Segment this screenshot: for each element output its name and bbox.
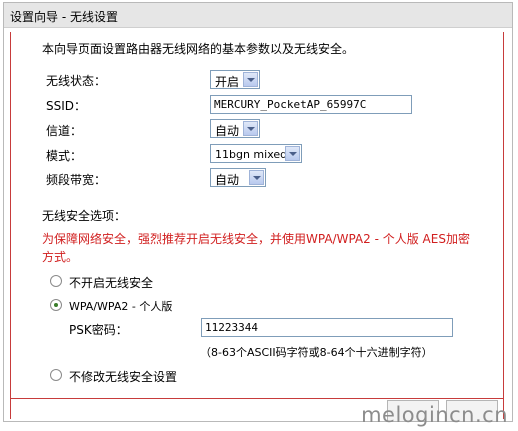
- right-rule: [503, 32, 504, 419]
- option-disable-label: 不开启无线安全: [69, 276, 154, 290]
- mode-label: 模式：: [46, 149, 83, 163]
- channel-select[interactable]: 自动: [210, 119, 260, 138]
- bandwidth-label: 频段带宽：: [46, 173, 107, 187]
- radio-wpa-personal[interactable]: [50, 299, 62, 311]
- security-section-label: 无线安全选项：: [42, 209, 127, 223]
- psk-label: PSK密码：: [69, 323, 128, 337]
- chevron-down-icon[interactable]: [243, 72, 258, 87]
- mode-select[interactable]: 11bgn mixed: [210, 144, 302, 163]
- psk-password-input[interactable]: 11223344: [201, 318, 453, 337]
- channel-label: 信道：: [46, 124, 83, 138]
- ssid-label: SSID：: [46, 99, 87, 113]
- bottom-rule: [10, 398, 504, 399]
- chevron-down-icon[interactable]: [243, 121, 258, 136]
- security-warning-line2: 方式。: [42, 250, 79, 264]
- radio-disable-security[interactable]: [50, 275, 62, 287]
- psk-hint: （8-63个ASCII码字符或8-64个十六进制字符）: [200, 346, 433, 359]
- status-label: 无线状态：: [46, 74, 107, 88]
- chevron-down-icon[interactable]: [249, 170, 264, 185]
- watermark: melogincn.cn: [361, 403, 508, 427]
- ssid-input[interactable]: MERCURY_PocketAP_65997C: [210, 95, 412, 114]
- intro-text: 本向导页面设置路由器无线网络的基本参数以及无线安全。: [42, 42, 355, 56]
- radio-keep-security[interactable]: [50, 369, 62, 381]
- chevron-down-icon[interactable]: [285, 146, 300, 161]
- bandwidth-select[interactable]: 自动: [210, 168, 266, 187]
- security-warning-line1: 为保障网络安全，强烈推荐开启无线安全，并使用WPA/WPA2 - 个人版 AES…: [42, 232, 470, 246]
- page-title: 设置向导 - 无线设置: [10, 10, 118, 24]
- option-keep-label: 不修改无线安全设置: [69, 370, 178, 384]
- channel-value: 自动: [215, 124, 240, 138]
- left-rule: [10, 32, 11, 419]
- option-wpa-label: WPA/WPA2 - 个人版: [69, 300, 173, 313]
- status-select[interactable]: 开启: [210, 70, 260, 89]
- bandwidth-value: 自动: [215, 173, 240, 187]
- mode-value: 11bgn mixed: [215, 148, 288, 161]
- title-bar: 设置向导 - 无线设置: [4, 3, 512, 28]
- status-value: 开启: [215, 75, 240, 89]
